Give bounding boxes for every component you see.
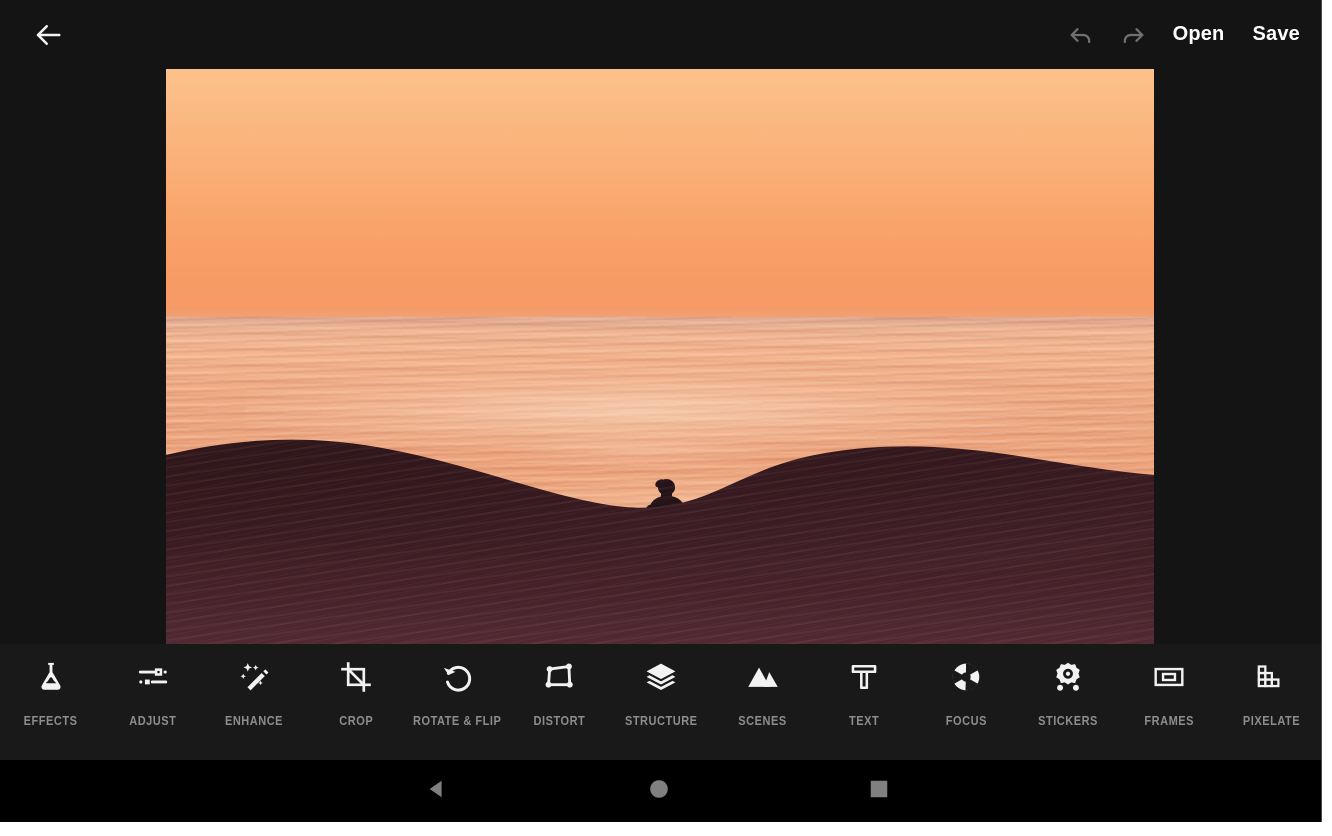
- tool-label: SCENES: [738, 714, 787, 728]
- tool-strip[interactable]: EFFECTS ADJUST ENHANCE CROP ROTATE & FLI…: [0, 644, 1322, 760]
- nav-back-triangle-icon: [426, 778, 448, 805]
- tool-enhance[interactable]: ENHANCE: [203, 644, 305, 728]
- tool-label: EFFECTS: [23, 714, 78, 728]
- top-bar-right-group: Open Save: [1055, 9, 1322, 61]
- tool-label: STRUCTURE: [624, 714, 698, 728]
- tool-rotate-and-flip[interactable]: ROTATE & FLIP: [407, 644, 509, 728]
- flask-icon: [34, 654, 68, 700]
- open-button[interactable]: Open: [1159, 15, 1239, 54]
- undo-button[interactable]: [1055, 9, 1107, 61]
- photo-preview[interactable]: [166, 69, 1154, 644]
- frame-rect-icon: [1152, 654, 1186, 700]
- magic-wand-icon: [237, 654, 271, 700]
- wave-crest-highlight: [492, 431, 789, 471]
- arrow-left-icon: [33, 20, 63, 50]
- nav-home-button[interactable]: [630, 769, 688, 813]
- rotate-left-icon: [441, 654, 475, 700]
- tool-adjust[interactable]: ADJUST: [102, 644, 204, 728]
- tool-label: ADJUST: [128, 714, 177, 728]
- nav-back-button[interactable]: [408, 769, 466, 813]
- tool-frames[interactable]: FRAMES: [1119, 644, 1221, 728]
- tool-label: STICKERS: [1037, 714, 1098, 728]
- tool-effects[interactable]: EFFECTS: [0, 644, 102, 728]
- back-button[interactable]: [22, 9, 74, 61]
- redo-button[interactable]: [1107, 9, 1159, 61]
- distort-quad-icon: [542, 654, 576, 700]
- nav-recents-button[interactable]: [850, 769, 908, 813]
- page-right-margin: [1322, 0, 1332, 836]
- pixelate-blocks-icon: [1254, 654, 1288, 700]
- nav-recents-square-icon: [868, 778, 890, 805]
- top-bar-left-group: [0, 9, 74, 61]
- nav-home-circle-icon: [648, 778, 670, 805]
- tool-pixelate[interactable]: PIXELATE: [1220, 644, 1322, 728]
- tool-text[interactable]: TEXT: [814, 644, 916, 728]
- tool-label: ENHANCE: [225, 714, 284, 728]
- text-t-icon: [847, 654, 881, 700]
- tool-label: TEXT: [849, 714, 880, 728]
- tool-label: FRAMES: [1144, 714, 1195, 728]
- tool-label: ROTATE & FLIP: [413, 714, 502, 728]
- sticker-badge-icon: [1051, 654, 1085, 700]
- tool-label: FOCUS: [945, 714, 987, 728]
- mountains-icon: [746, 654, 780, 700]
- sliders-icon: [136, 654, 170, 700]
- crop-icon: [339, 654, 373, 700]
- page-bottom-margin: [0, 822, 1332, 836]
- tool-label: DISTORT: [533, 714, 586, 728]
- undo-arrow-icon: [1067, 21, 1095, 49]
- save-button[interactable]: Save: [1238, 15, 1300, 54]
- aperture-icon: [949, 654, 983, 700]
- photo-sky: [166, 69, 1154, 320]
- tool-structure[interactable]: STRUCTURE: [610, 644, 712, 728]
- tool-scenes[interactable]: SCENES: [712, 644, 814, 728]
- tool-crop[interactable]: CROP: [305, 644, 407, 728]
- tool-label: PIXELATE: [1242, 714, 1300, 728]
- tool-stickers[interactable]: STICKERS: [1017, 644, 1119, 728]
- android-navigation-bar: [0, 760, 1322, 822]
- redo-arrow-icon: [1119, 21, 1147, 49]
- top-app-bar: Open Save: [0, 0, 1322, 69]
- photo-editor-app: Open Save EFFECTS ADJUST ENHANCE CROP RO…: [0, 0, 1322, 822]
- tool-distort[interactable]: DISTORT: [508, 644, 610, 728]
- tool-label: CROP: [338, 714, 373, 728]
- layers-icon: [644, 654, 678, 700]
- canvas-area: [0, 69, 1322, 644]
- tool-focus[interactable]: FOCUS: [915, 644, 1017, 728]
- photo-foreground-wave: [166, 402, 1154, 644]
